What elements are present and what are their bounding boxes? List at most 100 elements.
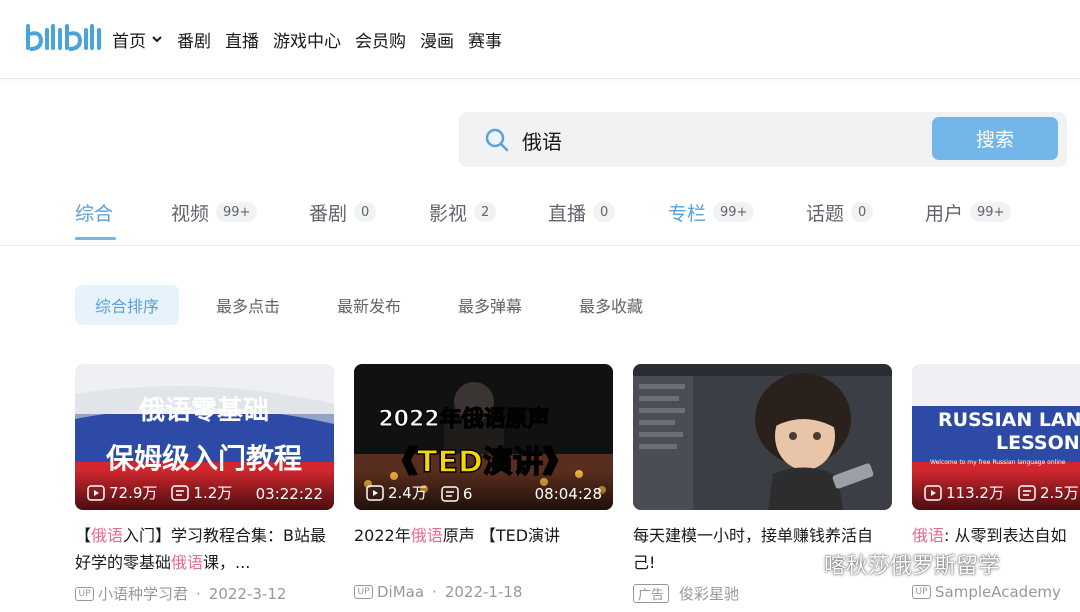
publish-date: 2022-3-12 <box>208 584 287 603</box>
danmaku-count: 1.2万 <box>171 482 232 503</box>
title-keyword: 俄语 <box>410 526 443 545</box>
tab-video[interactable]: 视频 99+ <box>171 198 258 226</box>
play-count: 113.2万 <box>924 482 1004 503</box>
search-bar: 搜索 <box>459 112 1067 167</box>
tab-film[interactable]: 影视 2 <box>429 198 497 226</box>
sort-comprehensive[interactable]: 综合排序 <box>75 285 180 325</box>
video-title[interactable]: 2022年俄语原声 【TED演讲 <box>354 522 613 576</box>
play-count-value: 72.9万 <box>109 484 158 502</box>
video-stats: 2.4万 6 08:04:28 <box>354 470 613 510</box>
title-seg: 2022年 <box>354 526 411 545</box>
bilibili-logo[interactable] <box>24 18 104 58</box>
play-count-value: 113.2万 <box>946 484 1004 502</box>
play-count: 2.4万 <box>366 482 427 503</box>
up-badge-icon: UP <box>75 586 94 601</box>
author-name[interactable]: SampleAcademy <box>935 583 1061 601</box>
thumb-text-line1: 俄语零基础 <box>138 396 269 426</box>
danmaku-icon <box>441 486 459 502</box>
3d-modeling-thumbnail <box>633 364 892 510</box>
video-meta: UP DiMaa · 2022-1-18 <box>354 583 613 601</box>
ad-meta: 广告 俊彩星驰 <box>633 583 892 604</box>
title-seg: 原声 【TED演讲 <box>442 526 561 545</box>
tab-label: 直播 <box>548 202 587 225</box>
thumb-text-line1: 2022年俄语原声 <box>378 406 549 432</box>
nav-manga[interactable]: 漫画 <box>420 24 454 54</box>
tab-label: 番剧 <box>309 202 348 225</box>
danmaku-count: 6 <box>441 485 473 503</box>
video-thumbnail[interactable]: 2022年俄语原声 《TED演讲》 2.4万 6 08:04:28 <box>354 364 613 510</box>
tab-label: 用户 <box>925 202 964 225</box>
title-seg: 课，... <box>203 553 251 572</box>
tab-label: 专栏 <box>668 202 707 225</box>
ad-badge: 广告 <box>633 584 670 603</box>
title-keyword: 俄语 <box>912 526 945 545</box>
up-badge-icon: UP <box>354 585 373 599</box>
play-icon <box>366 484 384 501</box>
result-type-tabs: 综合 视频 99+ 番剧 0 影视 2 直播 0 专栏 99+ 话题 0 用户 … <box>0 180 1080 246</box>
search-input[interactable] <box>522 121 972 159</box>
sort-most-danmaku[interactable]: 最多弹幕 <box>438 285 542 325</box>
play-icon <box>87 484 105 501</box>
video-meta: UP 小语种学习君 · 2022-3-12 <box>75 583 334 604</box>
video-card[interactable]: 2022年俄语原声 《TED演讲》 2.4万 6 08:04:28 2022年俄… <box>354 364 613 601</box>
separator: · <box>432 583 437 601</box>
tab-count: 99+ <box>216 202 258 222</box>
chevron-down-icon <box>152 36 162 43</box>
watermark-text: 喀秋莎俄罗斯留学 <box>824 554 1001 579</box>
tab-count: 0 <box>593 202 616 222</box>
video-thumbnail[interactable]: RUSSIAN LANG LESSONS Welcome to my free … <box>912 364 1080 510</box>
main-nav: 首页 番剧 直播 游戏中心 会员购 漫画 赛事 <box>112 24 516 54</box>
video-thumbnail[interactable]: 俄语零基础 保姆级入门教程 72.9万 1.2万 03:22:22 <box>75 364 334 510</box>
tab-count: 2 <box>474 202 497 222</box>
title-keyword: 俄语 <box>91 526 124 545</box>
nav-home[interactable]: 首页 <box>112 24 163 54</box>
tab-topic[interactable]: 话题 0 <box>806 198 874 226</box>
search-icon <box>485 128 509 152</box>
thumb-text-line1: RUSSIAN LANG <box>938 409 1080 431</box>
video-card[interactable]: 俄语零基础 保姆级入门教程 72.9万 1.2万 03:22:22 【俄语入门】… <box>75 364 334 604</box>
danmaku-count-value: 2.5万 <box>1039 484 1079 502</box>
danmaku-count-value: 1.2万 <box>193 484 233 502</box>
thumb-text-line2: LESSONS <box>996 432 1080 454</box>
up-badge-icon: UP <box>912 585 931 599</box>
video-title[interactable]: 【俄语入门】学习教程合集：B站最好学的零基础俄语课，... <box>75 522 334 576</box>
danmaku-count: 2.5万 <box>1018 482 1079 503</box>
title-seg: : 从零到表达自如 <box>944 526 1067 545</box>
nav-live[interactable]: 直播 <box>225 24 259 54</box>
author-name[interactable]: 小语种学习君 <box>98 583 188 604</box>
sort-most-favorited[interactable]: 最多收藏 <box>559 285 663 325</box>
play-icon <box>924 484 942 501</box>
sort-newest[interactable]: 最新发布 <box>317 285 421 325</box>
video-duration: 03:22:22 <box>255 485 323 503</box>
tab-article[interactable]: 专栏 99+ <box>668 198 755 226</box>
nav-esports[interactable]: 赛事 <box>468 24 502 54</box>
tab-label: 视频 <box>171 202 210 225</box>
tab-bangumi[interactable]: 番剧 0 <box>309 198 377 226</box>
separator: · <box>196 584 201 603</box>
play-count-value: 2.4万 <box>388 484 427 502</box>
video-stats: 72.9万 1.2万 03:22:22 <box>75 470 334 510</box>
tab-user[interactable]: 用户 99+ <box>925 198 1012 226</box>
author-name[interactable]: DiMaa <box>377 583 424 601</box>
advertiser-name[interactable]: 俊彩星驰 <box>679 583 739 604</box>
tab-count: 99+ <box>970 202 1012 222</box>
title-seg: 【 <box>75 526 92 545</box>
nav-game-center[interactable]: 游戏中心 <box>273 24 341 54</box>
wechat-watermark: 喀秋莎俄罗斯留学 <box>780 548 1000 580</box>
nav-home-label: 首页 <box>112 31 146 52</box>
tab-live[interactable]: 直播 0 <box>548 198 616 226</box>
search-button[interactable]: 搜索 <box>932 117 1058 160</box>
danmaku-count-value: 6 <box>462 485 473 503</box>
danmaku-icon <box>1018 484 1036 501</box>
tab-label: 影视 <box>429 202 468 225</box>
video-stats: 113.2万 2.5万 <box>912 470 1080 510</box>
tab-count: 0 <box>354 202 377 222</box>
nav-anime[interactable]: 番剧 <box>177 24 211 54</box>
publish-date: 2022-1-18 <box>444 583 523 601</box>
tab-all[interactable]: 综合 <box>75 198 113 226</box>
sort-most-clicked[interactable]: 最多点击 <box>196 285 300 325</box>
tab-count: 99+ <box>713 202 755 222</box>
ad-thumbnail[interactable] <box>633 364 892 510</box>
nav-mall[interactable]: 会员购 <box>355 24 406 54</box>
tab-count: 0 <box>851 202 874 222</box>
